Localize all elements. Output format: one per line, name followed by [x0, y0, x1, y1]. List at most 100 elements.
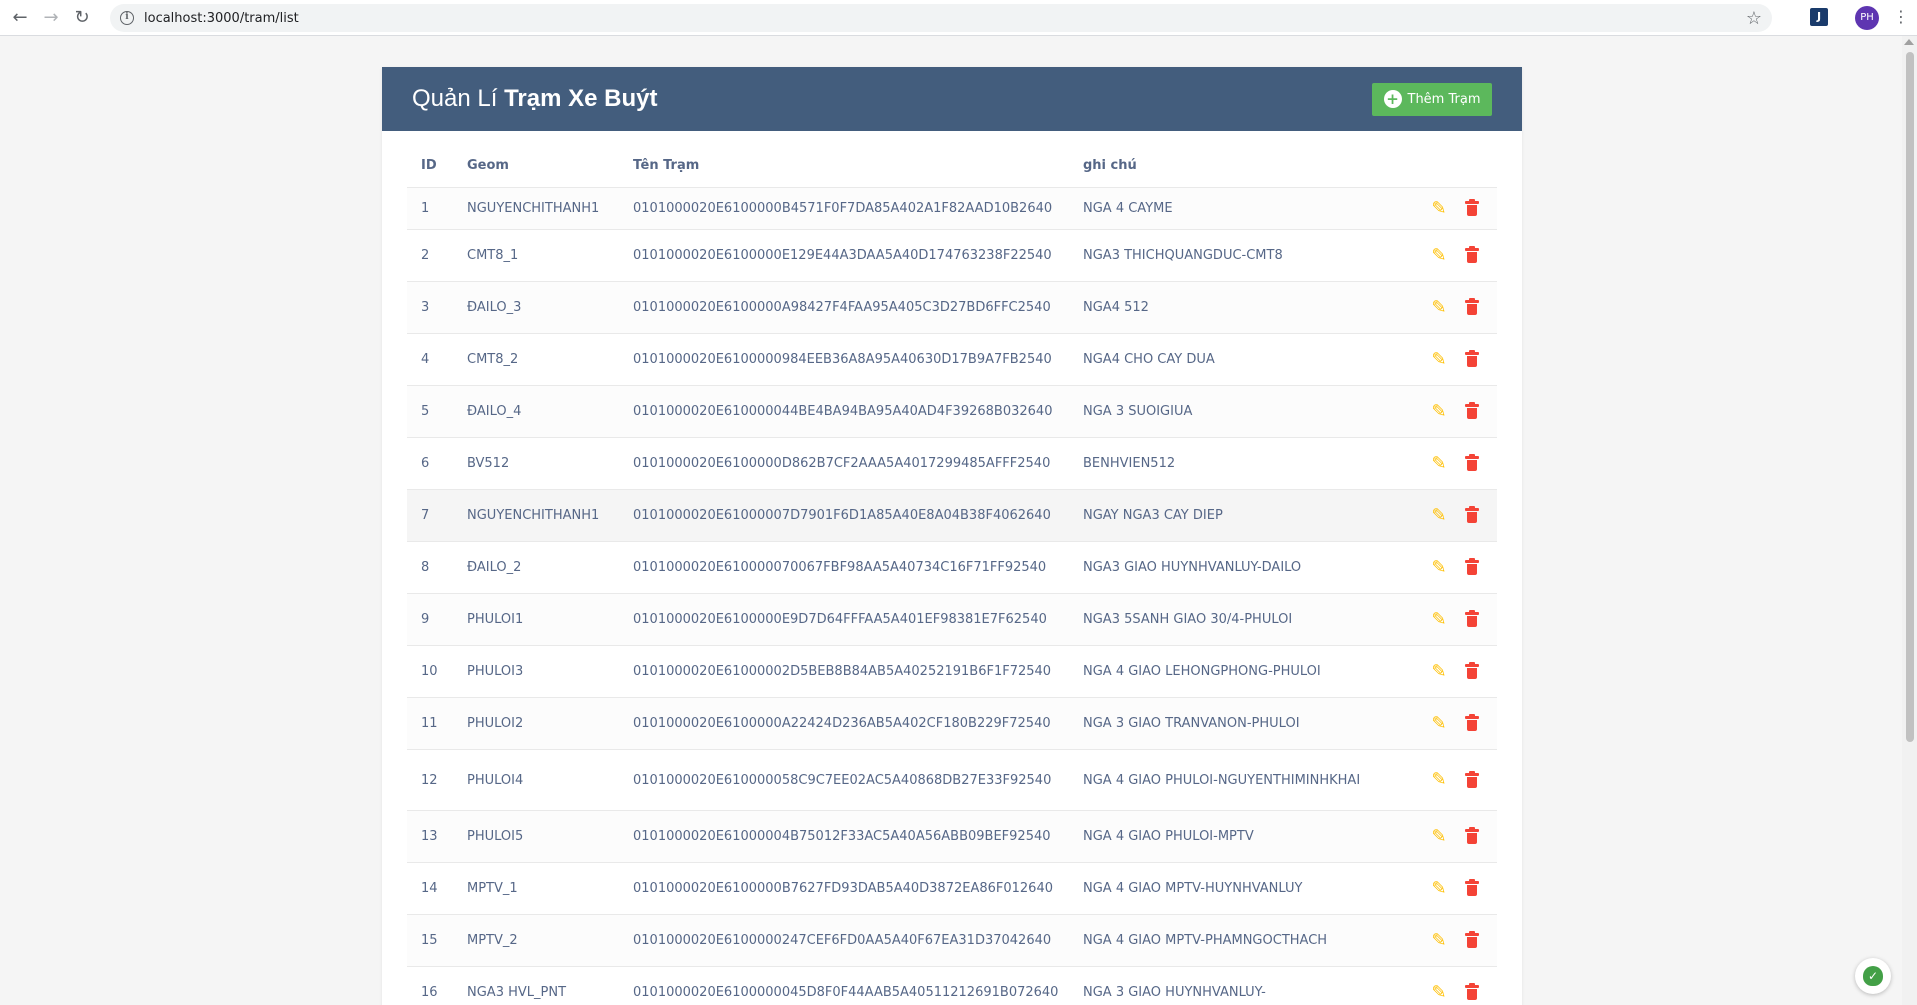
edit-pencil-icon[interactable]: ✎: [1429, 245, 1449, 266]
row-actions: ✎: [1397, 770, 1497, 790]
row-geom: PHULOI1: [467, 612, 524, 627]
edit-pencil-icon[interactable]: ✎: [1429, 982, 1449, 1003]
shield-check-icon: ✓: [1863, 966, 1883, 986]
bookmark-star-icon[interactable]: ☆: [1746, 8, 1762, 29]
url-text[interactable]: localhost:3000/tram/list: [144, 11, 299, 26]
edit-pencil-icon[interactable]: ✎: [1429, 770, 1449, 790]
row-id: 7: [421, 508, 430, 523]
plus-circle-icon: +: [1383, 90, 1402, 108]
row-geom: ĐAILO_2: [467, 560, 522, 575]
row-note: NGA4 CHO CAY DUA: [1083, 352, 1215, 367]
browser-toolbar: ← → ↻ i localhost:3000/tram/list ☆ J PH …: [0, 0, 1917, 36]
row-station-name: 0101000020E6100000A22424D236AB5A402CF180…: [633, 716, 1051, 731]
row-geom: PHULOI5: [467, 829, 524, 844]
delete-trash-icon[interactable]: [1465, 402, 1479, 420]
delete-trash-icon[interactable]: [1465, 610, 1479, 628]
row-station-name: 0101000020E6100000A98427F4FAA95A405C3D27…: [633, 300, 1051, 315]
security-badge[interactable]: ✓: [1855, 958, 1891, 994]
row-geom: BV512: [467, 456, 510, 471]
row-geom: PHULOI2: [467, 716, 524, 731]
edit-pencil-icon[interactable]: ✎: [1429, 557, 1449, 578]
extension-icon[interactable]: J: [1810, 8, 1828, 26]
profile-avatar[interactable]: PH: [1855, 6, 1879, 30]
table-body: 1 NGUYENCHITHANH1 0101000020E6100000B4571F…: [407, 188, 1497, 1005]
row-station-name: 0101000020E6100000E129E44A3DAA5A40D17476…: [633, 248, 1052, 263]
row-actions: ✎: [1397, 297, 1497, 318]
edit-pencil-icon[interactable]: ✎: [1429, 453, 1449, 474]
edit-pencil-icon[interactable]: ✎: [1429, 930, 1449, 951]
row-id: 5: [421, 404, 430, 419]
row-id: 2: [421, 248, 430, 263]
station-table: ID Geom Tên Trạm ghi chú 1 NGUYENCHITHANH…: [407, 143, 1497, 1005]
column-header-id: ID: [421, 157, 437, 173]
info-icon[interactable]: i: [120, 11, 134, 25]
edit-pencil-icon[interactable]: ✎: [1429, 401, 1449, 422]
row-actions: ✎: [1397, 505, 1497, 526]
table-row: 1 NGUYENCHITHANH1 0101000020E6100000B4571F…: [407, 188, 1497, 230]
add-station-label: Thêm Trạm: [1407, 91, 1481, 107]
edit-pencil-icon[interactable]: ✎: [1429, 713, 1449, 734]
row-actions: ✎: [1397, 609, 1497, 630]
edit-pencil-icon[interactable]: ✎: [1429, 349, 1449, 370]
delete-trash-icon[interactable]: [1465, 931, 1479, 949]
row-note: NGA3 GIAO HUYNHVANLUY-DAILO: [1083, 560, 1302, 575]
delete-trash-icon[interactable]: [1465, 199, 1479, 217]
delete-trash-icon[interactable]: [1465, 662, 1479, 680]
row-id: 9: [421, 612, 430, 627]
edit-pencil-icon[interactable]: ✎: [1429, 609, 1449, 630]
delete-trash-icon[interactable]: [1465, 983, 1479, 1001]
column-header-station-name: Tên Trạm: [633, 157, 700, 173]
row-geom: ĐAILO_3: [467, 300, 522, 315]
address-bar[interactable]: i localhost:3000/tram/list ☆: [110, 4, 1772, 32]
row-note: NGA 3 SUOIGIUA: [1083, 404, 1193, 419]
delete-trash-icon[interactable]: [1465, 827, 1479, 845]
delete-trash-icon[interactable]: [1465, 714, 1479, 732]
delete-trash-icon[interactable]: [1465, 454, 1479, 472]
edit-pencil-icon[interactable]: ✎: [1429, 878, 1449, 899]
edit-pencil-icon[interactable]: ✎: [1429, 297, 1449, 318]
edit-pencil-icon[interactable]: ✎: [1429, 198, 1449, 219]
reload-icon[interactable]: ↻: [71, 7, 93, 29]
delete-trash-icon[interactable]: [1465, 298, 1479, 316]
forward-icon[interactable]: →: [40, 7, 62, 29]
row-station-name: 0101000020E6100000045D8F0F44AAB5A4051121…: [633, 985, 1059, 1000]
column-header-note: ghi chú: [1083, 157, 1137, 173]
row-id: 15: [421, 933, 438, 948]
delete-trash-icon[interactable]: [1465, 350, 1479, 368]
row-note: NGA 3 GIAO HUYNHVANLUY-: [1083, 985, 1266, 1000]
edit-pencil-icon[interactable]: ✎: [1429, 505, 1449, 526]
row-id: 1: [421, 201, 430, 216]
station-panel: Quản Lí Trạm Xe Buýt + Thêm Trạm ID Geom…: [382, 67, 1522, 1005]
add-station-button[interactable]: + Thêm Trạm: [1372, 82, 1492, 116]
row-station-name: 0101000020E6100000D862B7CF2AAA5A40172994…: [633, 456, 1051, 471]
row-geom: NGUYENCHITHANH1: [467, 201, 600, 216]
table-row: 16 NGA3 HVL_PNT 0101000020E6100000045D8F0F…: [407, 967, 1497, 1005]
row-geom: CMT8_1: [467, 248, 519, 263]
back-icon[interactable]: ←: [9, 7, 31, 29]
row-station-name: 0101000020E6100000247CEF6FD0AA5A40F67EA3…: [633, 933, 1052, 948]
delete-trash-icon[interactable]: [1465, 506, 1479, 524]
table-row: 12 PHULOI4 0101000020E610000058C9C7EE02AC5…: [407, 750, 1497, 811]
row-actions: ✎: [1397, 349, 1497, 370]
row-station-name: 0101000020E6100000984EEB36A8A95A40630D17…: [633, 352, 1052, 367]
row-id: 4: [421, 352, 430, 367]
row-station-name: 0101000020E61000004B75012F33AC5A40A56ABB…: [633, 829, 1051, 844]
delete-trash-icon[interactable]: [1465, 558, 1479, 576]
row-note: NGA 4 CAYME: [1083, 201, 1173, 216]
table-row: 2 CMT8_1 0101000020E6100000E129E44A3DAA5A4…: [407, 230, 1497, 282]
delete-trash-icon[interactable]: [1465, 246, 1479, 264]
delete-trash-icon[interactable]: [1465, 770, 1479, 789]
scrollbar-thumb[interactable]: [1906, 52, 1914, 742]
scroll-up-arrow-icon[interactable]: [1904, 39, 1914, 45]
browser-menu-icon[interactable]: ⋮: [1893, 7, 1909, 27]
row-id: 12: [421, 772, 438, 788]
row-id: 10: [421, 664, 438, 679]
edit-pencil-icon[interactable]: ✎: [1429, 661, 1449, 682]
row-actions: ✎: [1397, 826, 1497, 847]
table-row: 7 NGUYENCHITHANH1 0101000020E61000007D7901…: [407, 490, 1497, 542]
row-actions: ✎: [1397, 557, 1497, 578]
delete-trash-icon[interactable]: [1465, 879, 1479, 897]
row-note: NGAY NGA3 CAY DIEP: [1083, 508, 1223, 523]
edit-pencil-icon[interactable]: ✎: [1429, 826, 1449, 847]
row-geom: CMT8_2: [467, 352, 519, 367]
